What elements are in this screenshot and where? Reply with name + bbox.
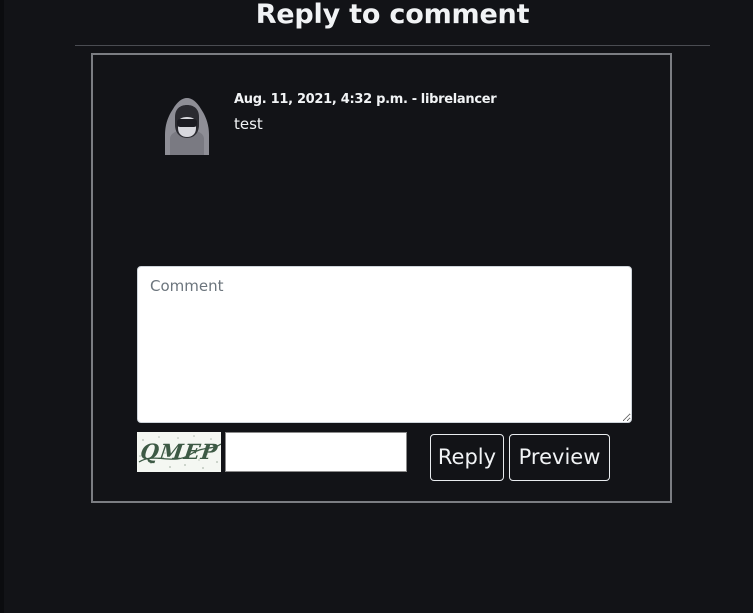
left-edge bbox=[0, 0, 4, 613]
title-divider bbox=[75, 45, 710, 46]
reply-button[interactable]: Reply bbox=[430, 434, 504, 481]
comment-date: Aug. 11, 2021, 4:32 p.m. bbox=[234, 92, 408, 107]
captcha-text: QMEP bbox=[139, 439, 220, 464]
comment-author: librelancer bbox=[420, 92, 497, 107]
captcha-input[interactable] bbox=[225, 432, 407, 472]
comment-text: test bbox=[234, 115, 263, 133]
comment-meta: Aug. 11, 2021, 4:32 p.m. - librelancer bbox=[234, 92, 497, 108]
page-title: Reply to comment bbox=[255, 0, 530, 30]
hooded-user-icon bbox=[165, 98, 209, 155]
preview-button[interactable]: Preview bbox=[509, 434, 610, 481]
captcha-image: QMEP bbox=[137, 432, 221, 472]
meta-separator: - bbox=[411, 92, 417, 107]
comment-textarea[interactable] bbox=[137, 266, 632, 423]
